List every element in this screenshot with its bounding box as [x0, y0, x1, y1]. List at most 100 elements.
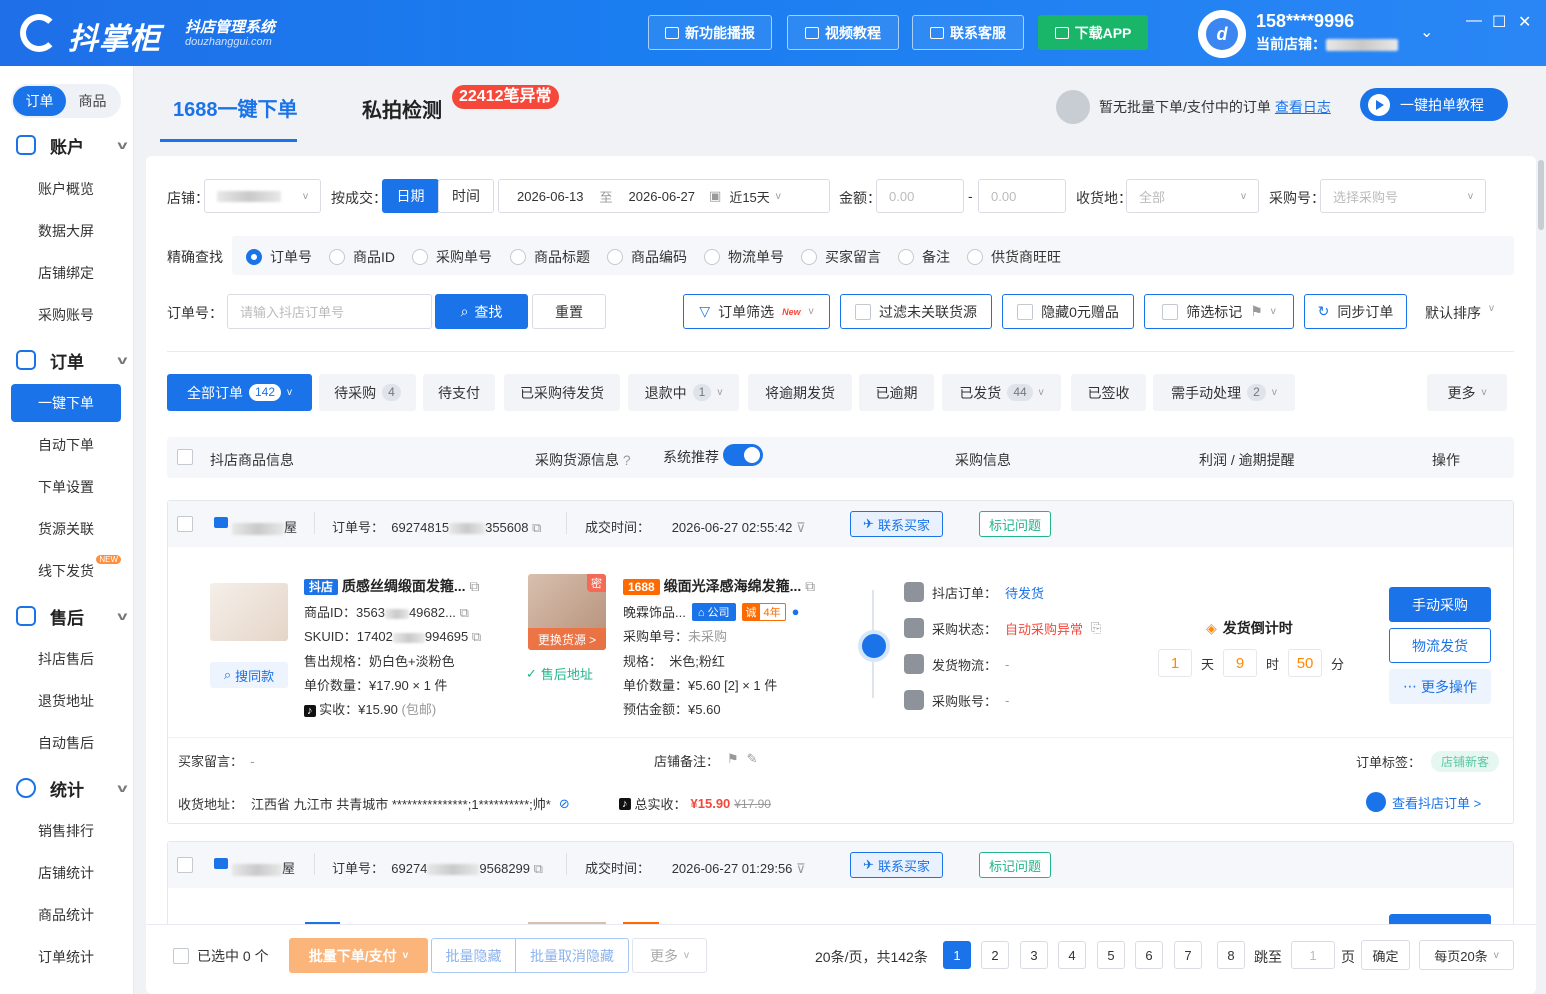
sidebar-group-orders[interactable]: 订单 v [16, 348, 128, 372]
order-no-input[interactable]: 请输入抖店订单号 [227, 294, 432, 329]
amount-max-input[interactable]: 0.00 [978, 179, 1066, 213]
more-actions-button[interactable]: ⋯ 更多操作 [1389, 669, 1491, 704]
page-4[interactable]: 4 [1058, 941, 1086, 969]
sidebar-item-return-address[interactable]: 退货地址 [11, 682, 121, 720]
footer-more-button[interactable]: 更多 v [632, 938, 707, 973]
minimize-icon[interactable]: — [1466, 12, 1482, 30]
video-tutorial-button[interactable]: 视频教程 [787, 15, 899, 50]
sidebar-item-offline-ship[interactable]: 线下发货 NEW [11, 552, 121, 590]
purchase-account-select[interactable]: 选择采购号 v [1320, 179, 1486, 213]
status-tab-pending-pay[interactable]: 待支付 [423, 374, 495, 411]
view-log-link[interactable]: 查看日志 [1275, 99, 1331, 115]
radio-logistics-no[interactable]: 物流单号 [704, 247, 784, 267]
status-tab-refunding[interactable]: 退款中 1 v [628, 374, 739, 411]
page-7[interactable]: 7 [1174, 941, 1202, 969]
aftersale-address-link[interactable]: ✓ 售后地址 [526, 664, 593, 683]
page-2[interactable]: 2 [981, 941, 1009, 969]
radio-purchase-no[interactable]: 采购单号 [412, 247, 492, 267]
current-shop[interactable]: 当前店铺： [1256, 34, 1398, 54]
radio-product-code[interactable]: 商品编码 [607, 247, 687, 267]
edit-icon[interactable]: ✎ [747, 751, 758, 770]
sidebar-item-auto-order[interactable]: 自动下单 [11, 426, 121, 464]
status-tab-signed[interactable]: 已签收 [1071, 374, 1146, 411]
batch-order-pay-button[interactable]: 批量下单/支付 v [289, 938, 428, 973]
order-filter-button[interactable]: ▽ 订单筛选 New v [683, 294, 830, 329]
sidebar-item-shop-stats[interactable]: 店铺统计 [11, 854, 121, 892]
sidebar-item-auto-aftersale[interactable]: 自动售后 [11, 724, 121, 762]
contact-buyer-button[interactable]: ✈ 联系买家 [850, 852, 943, 878]
jump-page-input[interactable]: 1 [1291, 941, 1335, 969]
tab-1688-one-click[interactable]: 1688一键下单 [173, 93, 298, 122]
copy-icon[interactable]: ⧉ [469, 578, 479, 594]
status-tab-manual[interactable]: 需手动处理 2 v [1153, 374, 1295, 411]
page-3[interactable]: 3 [1020, 941, 1048, 969]
logistics-ship-button[interactable]: 物流发货 [1389, 628, 1491, 663]
manual-purchase-button[interactable]: 手动采购 [1389, 587, 1491, 622]
view-shop-order-link[interactable]: 查看抖店订单 > [1366, 792, 1481, 812]
copy-icon[interactable]: ⧉ [460, 605, 469, 620]
page-6[interactable]: 6 [1135, 941, 1163, 969]
sidebar-item-sales-rank[interactable]: 销售排行 [11, 812, 121, 850]
filter-icon[interactable]: ⊽ [796, 520, 806, 535]
copy-icon[interactable]: ⧉ [532, 520, 541, 535]
order-checkbox[interactable] [177, 516, 193, 532]
select-all-checkbox[interactable] [177, 449, 193, 465]
radio-order-no[interactable]: 订单号 [246, 247, 312, 267]
page-5[interactable]: 5 [1097, 941, 1125, 969]
date-mode-button[interactable]: 日期 [382, 179, 439, 213]
radio-supplier-wangwang[interactable]: 供货商旺旺 [967, 247, 1061, 267]
segment-products[interactable]: 商品 [66, 86, 119, 116]
radio-product-title[interactable]: 商品标题 [510, 247, 590, 267]
feature-news-button[interactable]: 新功能播报 [648, 15, 772, 50]
date-range-picker[interactable]: 2026-06-13 至 2026-06-27 ▣ 近15天 v [498, 179, 830, 213]
filter-mark-checkbox[interactable]: 筛选标记 ⚑ v [1144, 294, 1294, 329]
info-icon[interactable]: ⎘ [1091, 620, 1101, 636]
sidebar-item-data-screen[interactable]: 数据大屏 [11, 212, 121, 250]
batch-hide-button[interactable]: 批量隐藏 [432, 939, 516, 972]
status-tab-overdue[interactable]: 已逾期 [859, 374, 934, 411]
amount-min-input[interactable]: 0.00 [876, 179, 964, 213]
sidebar-item-one-click-order[interactable]: 一键下单 [11, 384, 121, 422]
tutorial-button[interactable]: 一键拍单教程 [1360, 88, 1508, 121]
filter-icon[interactable]: ⊽ [796, 861, 806, 876]
sort-select[interactable]: 默认排序 v [1425, 303, 1494, 323]
sidebar-group-aftersale[interactable]: 售后 v [16, 604, 128, 628]
sidebar-item-source-link[interactable]: 货源关联 [11, 510, 121, 548]
hide-zero-gift-checkbox[interactable]: 隐藏0元赠品 [1002, 294, 1134, 329]
status-tab-all[interactable]: 全部订单 142 v [167, 374, 312, 411]
batch-unhide-button[interactable]: 批量取消隐藏 [516, 939, 628, 972]
status-tab-purchased[interactable]: 已采购待发货 [504, 374, 620, 411]
shop-select[interactable]: v [204, 179, 321, 213]
mark-issue-button[interactable]: 标记问题 [979, 852, 1051, 878]
selected-count[interactable]: 已选中 0 个 [173, 946, 269, 966]
scrollbar[interactable] [1538, 160, 1544, 230]
filter-unlinked-checkbox[interactable]: 过滤未关联货源 [840, 294, 992, 329]
maximize-icon[interactable]: ☐ [1492, 12, 1506, 32]
radio-remark[interactable]: 备注 [898, 247, 950, 267]
sidebar-item-purchase-account[interactable]: 采购账号 [11, 296, 121, 334]
order-checkbox[interactable] [177, 857, 193, 873]
radio-buyer-message[interactable]: 买家留言 [801, 247, 881, 267]
sidebar-group-stats[interactable]: 统计 v [16, 776, 128, 800]
contact-buyer-button[interactable]: ✈ 联系买家 [850, 511, 943, 537]
per-page-select[interactable]: 每页20条 v [1419, 940, 1514, 970]
product-image[interactable] [210, 583, 288, 641]
source-product-image[interactable]: 密 更换货源 > [528, 574, 606, 650]
recommend-toggle[interactable] [723, 444, 763, 466]
change-source-button[interactable]: 更换货源 > [528, 628, 606, 650]
copy-icon[interactable]: ⧉ [805, 578, 815, 594]
jump-confirm-button[interactable]: 确定 [1361, 940, 1410, 970]
sidebar-item-shop-aftersale[interactable]: 抖店售后 [11, 640, 121, 678]
download-app-button[interactable]: 下载APP [1038, 15, 1148, 50]
sidebar-item-order-stats[interactable]: 订单统计 [11, 938, 121, 976]
search-same-button[interactable]: ⌕ 搜同款 [210, 662, 288, 688]
radio-product-id[interactable]: 商品ID [329, 247, 395, 267]
supplier-name[interactable]: 晚霖饰品... [623, 602, 686, 621]
status-tab-more[interactable]: 更多 v [1427, 374, 1507, 411]
sidebar-item-order-settings[interactable]: 下单设置 [11, 468, 121, 506]
copy-icon[interactable]: ⧉ [472, 629, 481, 644]
sidebar-item-shop-binding[interactable]: 店铺绑定 [11, 254, 121, 292]
reset-button[interactable]: 重置 [532, 294, 606, 329]
close-icon[interactable]: ✕ [1518, 12, 1531, 32]
sync-orders-button[interactable]: ↻ 同步订单 [1304, 294, 1407, 329]
